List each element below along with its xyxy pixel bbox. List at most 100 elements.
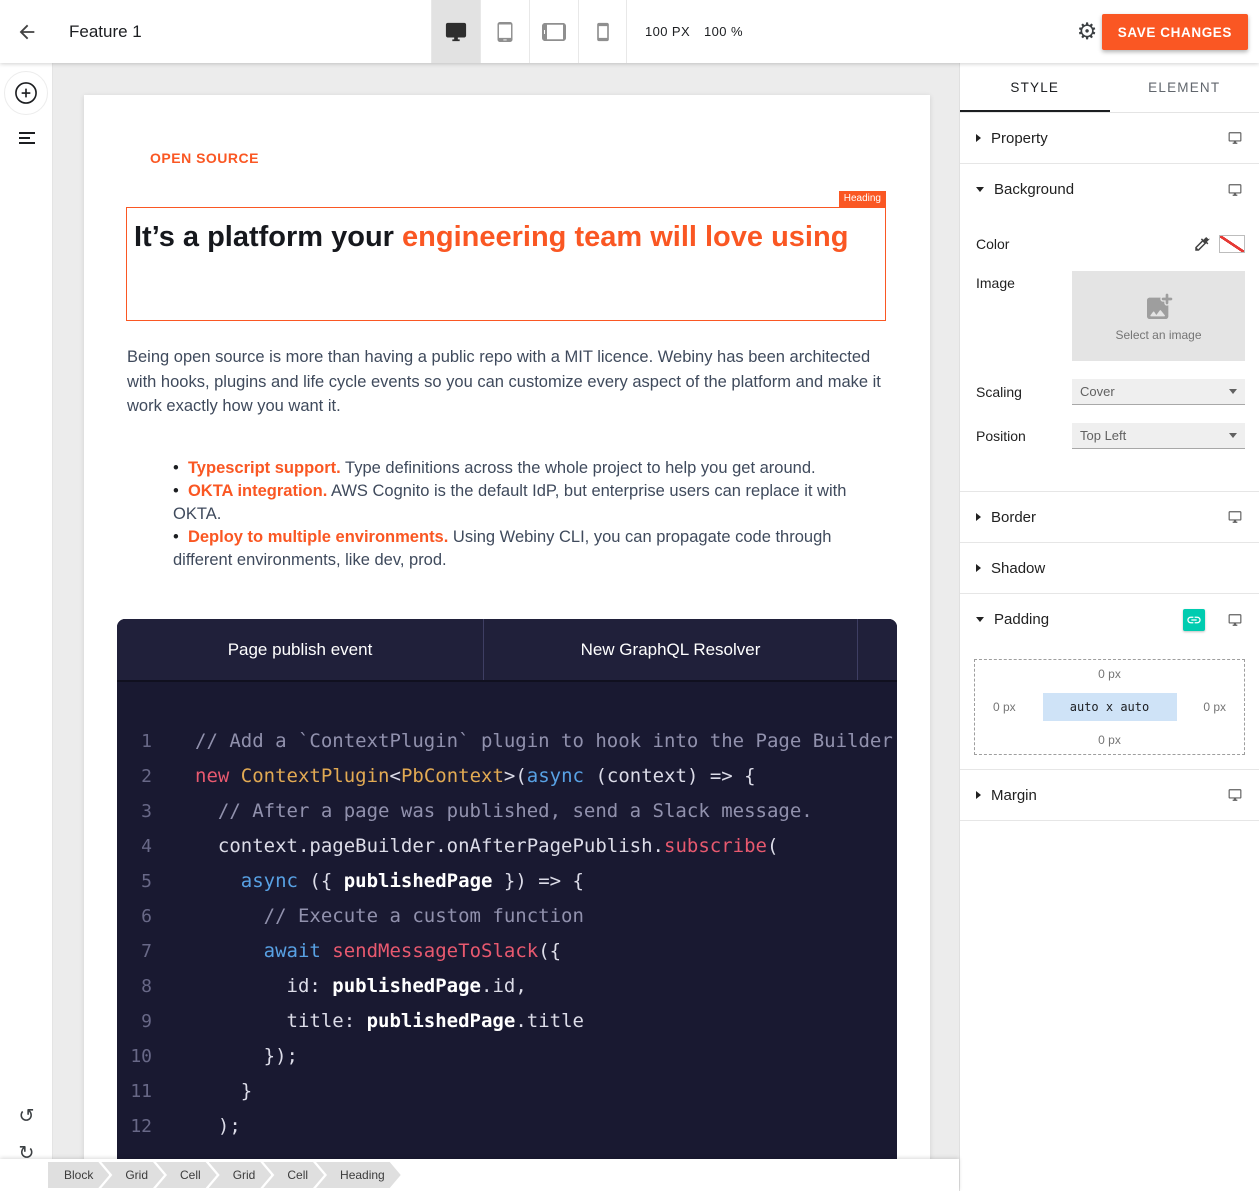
breadcrumb: BlockGridCellGridCellHeading <box>0 1159 959 1191</box>
list-item: • Deploy to multiple environments. Using… <box>173 526 893 572</box>
section-margin[interactable]: Margin <box>960 770 1259 821</box>
phone-icon <box>593 21 613 43</box>
breadcrumb-item-cell-4[interactable]: Cell <box>263 1162 324 1188</box>
chevron-right-icon <box>976 134 981 142</box>
position-row: Position Top Left <box>976 423 1245 449</box>
image-plus-icon <box>1141 291 1177 323</box>
padding-left-value[interactable]: 0 px <box>993 700 1016 714</box>
bullet-icon: • <box>173 459 188 477</box>
code-line: 8 id: publishedPage.id, <box>117 969 897 1004</box>
heading-accent-text: engineering team will love using <box>402 221 848 253</box>
back-button[interactable] <box>0 0 53 63</box>
code-line: 7 await sendMessageToSlack({ <box>117 934 897 969</box>
color-row: Color <box>976 235 1245 253</box>
kicker-text[interactable]: OPEN SOURCE <box>150 150 259 166</box>
tab-style[interactable]: STYLE <box>960 63 1110 112</box>
select-image-button[interactable]: Select an image <box>1072 271 1245 361</box>
save-changes-button[interactable]: SAVE CHANGES <box>1102 14 1248 50</box>
color-label: Color <box>976 236 1009 252</box>
tablet-portrait-icon <box>495 21 515 43</box>
padding-center-value[interactable]: auto x auto <box>1043 693 1177 721</box>
monitor-icon[interactable] <box>1227 510 1243 524</box>
device-tablet-button[interactable] <box>480 0 529 63</box>
page-preview: OPEN SOURCE Heading It’s a platform your… <box>84 95 930 1191</box>
line-number: 1 <box>117 724 152 759</box>
add-element-button[interactable] <box>4 71 48 115</box>
code-line: 5 async ({ publishedPage }) => { <box>117 864 897 899</box>
padding-editor: 0 px 0 px auto x auto 0 px 0 px <box>974 659 1245 755</box>
breadcrumb-item-cell-2[interactable]: Cell <box>156 1162 217 1188</box>
padding-top-value[interactable]: 0 px <box>975 667 1244 681</box>
bullet-lead-text: Typescript support. <box>188 459 341 477</box>
caret-down-icon <box>1229 433 1237 438</box>
background-settings: Color Image Select an image Scaling Cove… <box>960 215 1259 492</box>
section-background[interactable]: Background <box>960 164 1259 215</box>
monitor-icon[interactable] <box>1227 183 1243 197</box>
breadcrumb-item-block-0[interactable]: Block <box>48 1162 109 1188</box>
settings-button[interactable]: ⚙ <box>1072 17 1102 47</box>
section-border[interactable]: Border <box>960 492 1259 543</box>
plus-circle-icon <box>13 80 39 106</box>
section-property[interactable]: Property <box>960 113 1259 164</box>
select-image-label: Select an image <box>1115 328 1201 342</box>
code-text: } <box>195 1074 252 1109</box>
code-line: 4 context.pageBuilder.onAfterPagePublish… <box>117 829 897 864</box>
code-text: }); <box>195 1039 298 1074</box>
line-number: 2 <box>117 759 152 794</box>
width-value[interactable]: 100 PX <box>645 24 690 39</box>
code-lines: 1// Add a `ContextPlugin` plugin to hook… <box>117 682 897 1144</box>
image-label: Image <box>976 275 1015 291</box>
padding-right-value[interactable]: 0 px <box>1203 700 1226 714</box>
style-panel: STYLE ELEMENT Property Background Color … <box>959 63 1259 1191</box>
device-tablet-landscape-button[interactable] <box>529 0 578 63</box>
paragraph-text[interactable]: Being open source is more than having a … <box>127 345 882 419</box>
device-desktop-button[interactable] <box>431 0 480 63</box>
padding-settings: 0 px 0 px auto x auto 0 px 0 px <box>960 645 1259 770</box>
section-border-label: Border <box>991 509 1036 526</box>
selected-heading-element[interactable]: It’s a platform your engineering team wi… <box>126 207 886 321</box>
breadcrumb-item-grid-3[interactable]: Grid <box>209 1162 272 1188</box>
position-select[interactable]: Top Left <box>1072 423 1245 449</box>
code-text: id: publishedPage.id, <box>195 969 527 1004</box>
monitor-icon[interactable] <box>1227 788 1243 802</box>
padding-bottom-value[interactable]: 0 px <box>975 733 1244 747</box>
link-values-button[interactable] <box>1183 609 1205 631</box>
code-tab[interactable]: New GraphQL Resolver <box>484 619 858 680</box>
code-line: 1// Add a `ContextPlugin` plugin to hook… <box>117 724 897 759</box>
monitor-icon[interactable] <box>1227 131 1243 145</box>
transparent-color-swatch[interactable] <box>1219 235 1245 253</box>
element-tree-button[interactable] <box>0 125 53 151</box>
panel-tabs: STYLE ELEMENT <box>960 63 1259 113</box>
link-icon <box>1186 612 1202 628</box>
image-row: Image Select an image <box>976 271 1245 361</box>
list-item: • Typescript support. Type definitions a… <box>173 457 893 480</box>
eyedropper-icon[interactable] <box>1193 235 1211 253</box>
feature-list[interactable]: • Typescript support. Type definitions a… <box>173 457 893 572</box>
code-tab[interactable]: Page publish event <box>117 619 484 680</box>
device-mobile-button[interactable] <box>578 0 627 63</box>
tab-element[interactable]: ELEMENT <box>1110 63 1259 112</box>
zoom-info: 100 PX 100 % <box>645 0 743 63</box>
tablet-landscape-icon <box>542 20 566 44</box>
scaling-select[interactable]: Cover <box>1072 379 1245 405</box>
undo-icon: ↺ <box>19 1105 35 1127</box>
line-number: 7 <box>117 934 152 969</box>
bullet-lead-text: Deploy to multiple environments. <box>188 528 448 546</box>
zoom-value[interactable]: 100 % <box>704 24 743 39</box>
page-title: Feature 1 <box>69 22 142 42</box>
tab-style-label: STYLE <box>1010 80 1059 95</box>
line-number: 10 <box>117 1039 152 1074</box>
chevron-right-icon <box>976 564 981 572</box>
breadcrumb-item-grid-1[interactable]: Grid <box>101 1162 164 1188</box>
section-padding[interactable]: Padding <box>960 594 1259 645</box>
code-text: await sendMessageToSlack({ <box>195 934 561 969</box>
monitor-icon[interactable] <box>1227 613 1243 627</box>
code-text: title: publishedPage.title <box>195 1004 584 1039</box>
code-line: 10 }); <box>117 1039 897 1074</box>
undo-button[interactable]: ↺ <box>0 1101 53 1131</box>
breadcrumb-item-heading-5[interactable]: Heading <box>316 1162 401 1188</box>
code-tab-filler <box>858 619 897 680</box>
scaling-row: Scaling Cover <box>976 379 1245 405</box>
section-shadow[interactable]: Shadow <box>960 543 1259 594</box>
code-screenshot[interactable]: Page publish eventNew GraphQL Resolver 1… <box>117 619 897 1191</box>
